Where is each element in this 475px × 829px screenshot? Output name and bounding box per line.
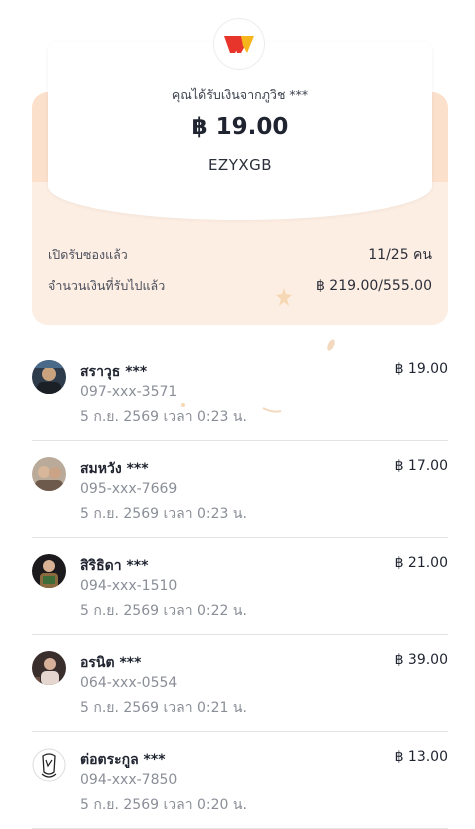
recipient-amount: ฿ 19.00 xyxy=(394,361,448,377)
received-amount: ฿ 19.00 xyxy=(191,114,289,140)
recipient-list: สราวุธ *** ฿ 19.00 097-xxx-3571 5 ก.ย. 2… xyxy=(32,344,448,829)
recipient-amount: ฿ 17.00 xyxy=(394,458,448,474)
opened-count-row: เปิดรับซองแล้ว 11/25 คน xyxy=(32,242,448,268)
recipient-amount: ฿ 13.00 xyxy=(394,749,448,765)
avatar xyxy=(32,457,66,491)
recipient-phone: 097-xxx-3571 xyxy=(80,384,178,400)
voucher-code: EZYXGB xyxy=(207,156,273,174)
recipient-time: 5 ก.ย. 2569 เวลา 0:20 น. xyxy=(80,797,247,813)
recipient-name: สมหวัง *** xyxy=(80,461,149,477)
recipient-name: ต่อตระกูล *** xyxy=(80,752,166,768)
recipient-name: อรนิต *** xyxy=(80,655,142,671)
recipient-row: อรนิต *** ฿ 39.00 064-xxx-0554 5 ก.ย. 25… xyxy=(32,635,448,732)
recipient-row: สราวุธ *** ฿ 19.00 097-xxx-3571 5 ก.ย. 2… xyxy=(32,344,448,441)
recipient-row: ต่อตระกูล *** ฿ 13.00 094-xxx-7850 5 ก.ย… xyxy=(32,732,448,829)
avatar xyxy=(32,651,66,685)
recipient-name: สราวุธ *** xyxy=(80,364,148,380)
received-amount-row: จำนวนเงินที่รับไปแล้ว ฿ 219.00/555.00 xyxy=(32,273,448,299)
avatar xyxy=(32,360,66,394)
recipient-phone: 094-xxx-7850 xyxy=(80,772,178,788)
truemoney-wallet-logo-icon xyxy=(214,19,264,69)
recipient-amount: ฿ 39.00 xyxy=(394,652,448,668)
sender-text: คุณได้รับเงินจากภูวิช *** xyxy=(171,87,309,102)
recipient-name: สิริธิดา *** xyxy=(80,558,149,574)
avatar xyxy=(32,554,66,588)
recipient-row: สิริธิดา *** ฿ 21.00 094-xxx-1510 5 ก.ย.… xyxy=(32,538,448,635)
recipient-phone: 095-xxx-7669 xyxy=(80,481,178,497)
opened-label: เปิดรับซองแล้ว xyxy=(48,247,128,262)
avatar xyxy=(32,748,66,782)
recipient-time: 5 ก.ย. 2569 เวลา 0:23 น. xyxy=(80,506,247,522)
recipient-row: สมหวัง *** ฿ 17.00 095-xxx-7669 5 ก.ย. 2… xyxy=(32,441,448,538)
recipient-phone: 064-xxx-0554 xyxy=(80,675,178,691)
recipient-phone: 094-xxx-1510 xyxy=(80,578,178,594)
recipient-time: 5 ก.ย. 2569 เวลา 0:23 น. xyxy=(80,409,247,425)
envelope-stats: เปิดรับซองแล้ว 11/25 คน จำนวนเงินที่รับไ… xyxy=(32,242,448,299)
received-label: จำนวนเงินที่รับไปแล้ว xyxy=(48,278,166,293)
recipient-time: 5 ก.ย. 2569 เวลา 0:21 น. xyxy=(80,700,247,716)
received-value: ฿ 219.00/555.00 xyxy=(315,278,432,294)
recipient-time: 5 ก.ย. 2569 เวลา 0:22 น. xyxy=(80,603,247,619)
recipient-amount: ฿ 21.00 xyxy=(394,555,448,571)
opened-value: 11/25 คน xyxy=(368,247,432,263)
